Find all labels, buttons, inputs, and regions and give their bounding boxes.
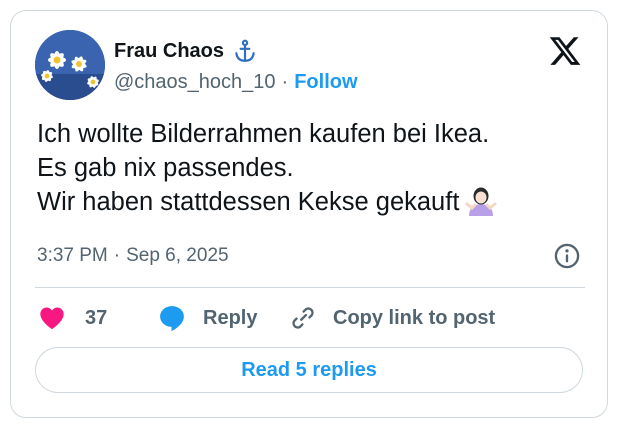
copy-link-label: Copy link to post — [333, 306, 496, 329]
info-icon[interactable] — [553, 242, 581, 270]
author-handle[interactable]: @chaos_hoch_10 — [114, 71, 276, 94]
tweet-line: Wir haben stattdessen Kekse gekauft — [37, 188, 460, 216]
heart-icon — [40, 307, 64, 330]
read-replies-label: Read 5 replies — [241, 358, 377, 381]
tweet-time: 3:37 PM — [37, 245, 108, 266]
tweet-line: Es gab nix passendes. — [37, 154, 294, 182]
reply-label: Reply — [203, 306, 258, 329]
reply-bubble-icon — [160, 306, 184, 332]
author-handle-row: @chaos_hoch_10 · Follow — [114, 71, 358, 94]
tweet-actions: 37 Reply Copy link to post — [37, 301, 597, 335]
tweet-line-with-emoji: Wir haben stattdessen Kekse gekauft — [37, 185, 597, 219]
author-name-row: Frau Chaos — [114, 38, 258, 64]
avatar-image — [35, 30, 105, 100]
read-replies-button[interactable]: Read 5 replies — [35, 347, 583, 393]
follow-button[interactable]: Follow — [294, 71, 357, 94]
avatar[interactable] — [35, 30, 105, 100]
copy-link-button[interactable]: Copy link to post — [289, 301, 495, 335]
author-display-name[interactable]: Frau Chaos — [114, 40, 224, 63]
tweet-timestamp[interactable]: 3:37 PM · Sep 6, 2025 — [37, 245, 229, 267]
person-shrugging-emoji — [465, 187, 497, 216]
like-button[interactable]: 37 — [37, 301, 107, 335]
link-icon — [292, 307, 314, 329]
handle-separator: · — [281, 71, 289, 93]
timestamp-separator: · — [113, 245, 121, 266]
reply-button[interactable]: Reply — [157, 301, 257, 335]
tweet-line: Ich wollte Bilderrahmen kaufen bei Ikea. — [37, 120, 490, 148]
like-count: 37 — [85, 306, 108, 329]
tweet-text: Ich wollte Bilderrahmen kaufen bei Ikea.… — [37, 117, 597, 219]
divider — [35, 287, 585, 288]
anchor-icon — [235, 39, 255, 62]
tweet-date: Sep 6, 2025 — [126, 245, 229, 266]
x-logo-icon[interactable] — [547, 34, 583, 68]
tweet-card: Frau Chaos @chaos_hoch_10 · Follow Ich w… — [10, 10, 608, 418]
